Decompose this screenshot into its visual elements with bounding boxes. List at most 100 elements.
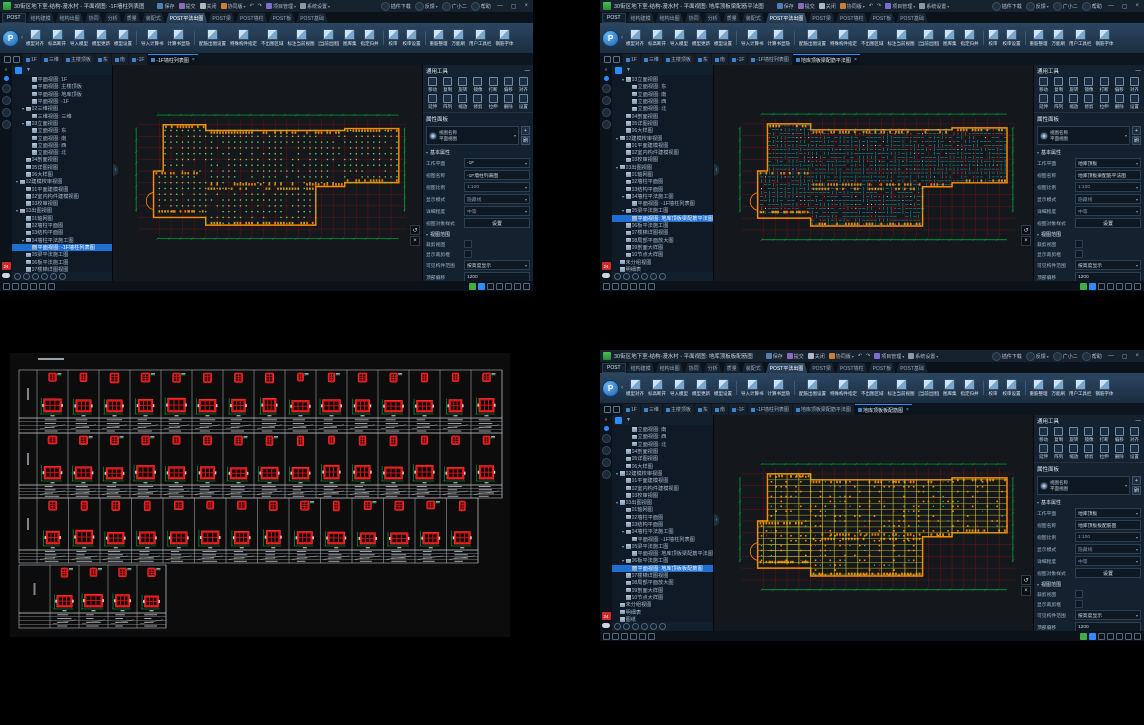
- tool-button[interactable]: 偏移: [1112, 427, 1127, 443]
- view-tab[interactable]: 1F: [623, 404, 640, 415]
- tile-views-icon[interactable]: [604, 56, 611, 63]
- tree-item[interactable]: 平面视图: -1F墙柱列表图: [12, 244, 112, 251]
- tree-expander-icon[interactable]: ▾: [621, 208, 625, 213]
- tree-item[interactable]: ▾04墙柱平法施工图: [12, 237, 112, 244]
- tool-button[interactable]: 镜像: [1081, 77, 1096, 93]
- ribbon-button[interactable]: 导入计算书: [740, 378, 765, 398]
- tree-item[interactable]: 01轴网图: [612, 506, 713, 513]
- ribbon-tab[interactable]: POST墙柱: [836, 363, 868, 373]
- ribbon-button[interactable]: 不出图区域: [860, 378, 885, 398]
- ortho-icon[interactable]: [496, 283, 503, 290]
- window-close-button[interactable]: ×: [1133, 3, 1141, 9]
- view-tab[interactable]: 东: [95, 54, 111, 65]
- ribbon-button[interactable]: 模型更新: [691, 28, 711, 48]
- minimize-button[interactable]: —: [495, 3, 505, 9]
- new-view-icon[interactable]: [613, 56, 620, 63]
- ribbon-button[interactable]: 标高断开: [647, 378, 667, 398]
- add-view-button[interactable]: +: [521, 126, 530, 135]
- tree-item[interactable]: ▾03立面视图: [612, 76, 713, 83]
- tree-expander-icon[interactable]: ▾: [15, 208, 19, 213]
- zoom-extents-icon[interactable]: [21, 283, 28, 290]
- tree-expander-icon[interactable]: ▾: [21, 121, 25, 126]
- ribbon-tab[interactable]: 质量: [723, 13, 741, 23]
- tree-item[interactable]: 01轴网图: [612, 171, 713, 178]
- view-tab[interactable]: 主楼顶板: [663, 404, 694, 415]
- library-icon[interactable]: [602, 108, 611, 117]
- tree-expander-icon[interactable]: ▾: [621, 529, 625, 534]
- tree-item[interactable]: 立面视图: 南: [612, 426, 713, 433]
- ribbon-button[interactable]: 万能刷: [451, 28, 467, 48]
- tree-item[interactable]: ▾02建模校审视图: [612, 470, 713, 477]
- ribbon-tab[interactable]: POST平法出图: [166, 13, 208, 23]
- filter-icon[interactable]: ▼: [626, 417, 631, 423]
- object-style-settings-button[interactable]: 设置: [1075, 568, 1141, 578]
- display-mode-icon[interactable]: [39, 283, 46, 290]
- feedback-menu[interactable]: 反馈▾: [415, 2, 438, 11]
- tree-item[interactable]: ▾03立面视图: [12, 120, 112, 127]
- display-mode-icon[interactable]: [639, 633, 646, 640]
- ribbon-button[interactable]: 特殊构件指定: [829, 28, 858, 48]
- ribbon-tab[interactable]: 装配式: [142, 13, 165, 23]
- section-expand-icon[interactable]: ▾: [426, 232, 428, 237]
- ribbon-button[interactable]: 指定归并: [960, 28, 980, 48]
- tree-item[interactable]: 平面视图: -1F墙柱列表图: [612, 535, 713, 542]
- p-logo-button[interactable]: P: [602, 30, 619, 47]
- ribbon-tab[interactable]: 分析: [104, 13, 122, 23]
- tool-button[interactable]: 延伸: [1036, 94, 1051, 110]
- ribbon-tab[interactable]: 协同: [85, 13, 103, 23]
- ribbon-button[interactable]: 图库集: [942, 378, 958, 398]
- add-view-button[interactable]: +: [1132, 476, 1141, 485]
- save-state-icon[interactable]: [1125, 633, 1132, 640]
- tool-button[interactable]: 打断: [1097, 427, 1112, 443]
- edition-menu[interactable]: 协同版▾: [221, 3, 246, 10]
- undo-button[interactable]: ↶: [858, 353, 862, 359]
- tool-button[interactable]: 镜像: [470, 77, 485, 93]
- layers-icon[interactable]: [15, 67, 22, 74]
- view-range-section[interactable]: 视图范围: [1041, 231, 1061, 238]
- tool-button[interactable]: 删除: [1112, 94, 1127, 110]
- object-style-settings-button[interactable]: 设置: [1075, 218, 1141, 228]
- window-close-button[interactable]: ×: [1133, 353, 1141, 359]
- ribbon-button[interactable]: 标注当前视图: [887, 378, 916, 398]
- pan-icon[interactable]: [614, 273, 621, 280]
- ribbon-tab[interactable]: 结构建模: [27, 13, 55, 23]
- visibility-icon[interactable]: [50, 273, 57, 280]
- new-view-icon[interactable]: [13, 56, 20, 63]
- ribbon-button[interactable]: 校审: [987, 28, 1000, 48]
- close-project-button[interactable]: 关闭: [200, 3, 217, 10]
- ribbon-button[interactable]: 用户工具栏: [1068, 378, 1093, 398]
- save-state-icon[interactable]: [514, 283, 521, 290]
- ribbon-button[interactable]: 计算书显隐: [767, 378, 792, 398]
- crop-view-checkbox[interactable]: [1075, 240, 1083, 248]
- select-cursor-icon[interactable]: [603, 283, 610, 290]
- zoom-in-icon[interactable]: [623, 273, 630, 280]
- tree-item[interactable]: ▾03出图视图: [612, 499, 713, 506]
- close-project-button[interactable]: 关闭: [819, 3, 836, 10]
- tool-button[interactable]: 旋转: [1066, 427, 1081, 443]
- tree-item[interactable]: 01轴网图: [12, 215, 112, 222]
- tile-views-icon[interactable]: [604, 406, 611, 413]
- osnap-icon[interactable]: [487, 283, 494, 290]
- ribbon-button[interactable]: 配筋出图设置: [798, 378, 827, 398]
- ribbon-button[interactable]: 校审: [387, 28, 400, 48]
- view-name-input[interactable]: 地库顶板板配筋图: [1075, 520, 1141, 530]
- ortho-icon[interactable]: [1107, 283, 1114, 290]
- tree-item[interactable]: 02室内构件建模视图: [12, 193, 112, 200]
- tree-item[interactable]: 02室内构件建模视图: [612, 484, 713, 491]
- cloud-icon[interactable]: [602, 273, 610, 278]
- tree-item[interactable]: 03校审视图: [12, 200, 112, 207]
- tool-button[interactable]: 旋转: [1066, 77, 1081, 93]
- tree-item[interactable]: 平面视图: 地库顶板梁配筋平法图: [612, 550, 713, 557]
- view-tab[interactable]: -1F: [129, 54, 148, 65]
- tree-item[interactable]: 03结构平面图: [12, 229, 112, 236]
- save-state-icon[interactable]: [1125, 283, 1132, 290]
- tree-item[interactable]: 05梁平法施工图: [12, 251, 112, 258]
- p-logo-button[interactable]: P: [602, 380, 619, 397]
- tree-item[interactable]: 平面视图: -1F: [12, 98, 112, 105]
- plugin-download-button[interactable]: 插件下载: [992, 352, 1022, 361]
- grid-snap-icon[interactable]: [1116, 633, 1123, 640]
- tool-button[interactable]: 旋转: [455, 77, 470, 93]
- select-cursor-icon[interactable]: [3, 283, 10, 290]
- tree-item[interactable]: 立面视图: 南: [612, 91, 713, 98]
- zoom-window-icon[interactable]: [612, 283, 619, 290]
